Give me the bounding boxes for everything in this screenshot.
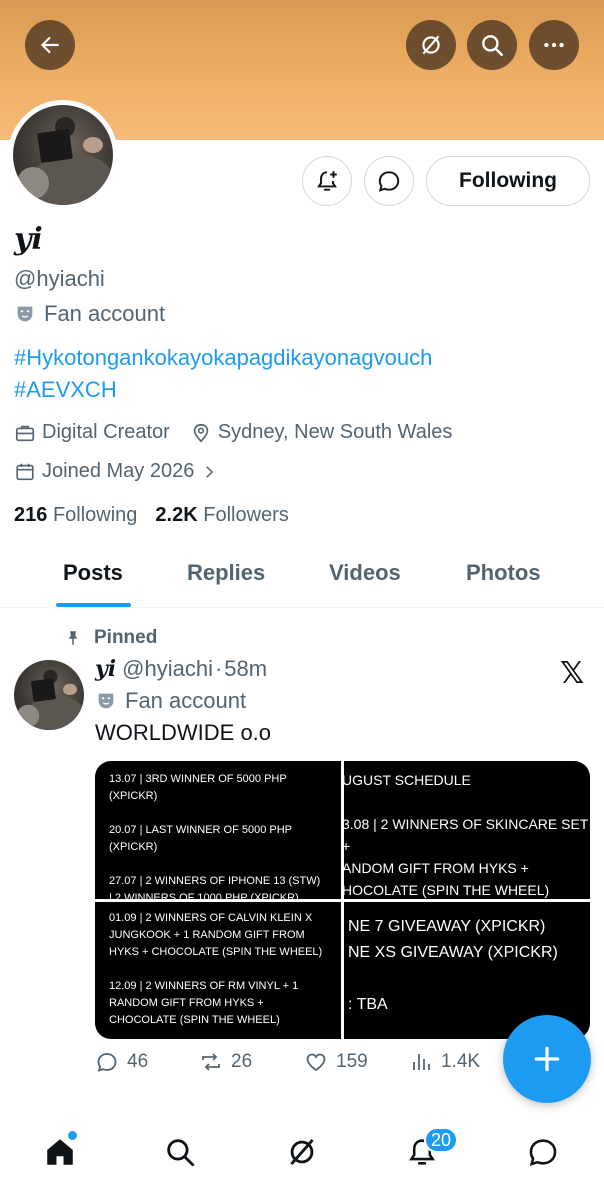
- pinned-indicator: Pinned: [64, 627, 157, 649]
- analytics-icon: [413, 1054, 430, 1070]
- back-arrow-icon: [40, 36, 59, 54]
- repost-count: 26: [231, 1051, 253, 1072]
- followers-count-link[interactable]: 2.2K Followers: [155, 504, 288, 527]
- message-button[interactable]: [364, 156, 414, 206]
- grok-button[interactable]: [406, 20, 456, 70]
- home-icon: [47, 1139, 73, 1165]
- profile-category: Fan account: [14, 301, 165, 327]
- compose-button[interactable]: [503, 1015, 591, 1103]
- heart-icon: [306, 1053, 326, 1072]
- location-label: Sydney, New South Wales: [217, 421, 453, 443]
- chevron-right-icon: [206, 465, 214, 478]
- post-author-handle: @hyiachi: [122, 656, 213, 681]
- profile-meta-row: Digital Creator Sydney, New South Wales: [14, 421, 472, 444]
- tab-replies[interactable]: Replies: [187, 560, 265, 586]
- joined-row[interactable]: Joined May 2026: [14, 460, 238, 483]
- avatar: [13, 105, 113, 205]
- bottom-navigation: [0, 1118, 604, 1200]
- profile-tabs: Posts Replies Videos Photos: [0, 548, 604, 608]
- home-unread-dot: [68, 1131, 77, 1140]
- theater-mask-icon: [98, 693, 114, 709]
- tab-photos[interactable]: Photos: [466, 560, 541, 586]
- pinned-label: Pinned: [94, 627, 158, 648]
- search-icon: [482, 35, 503, 56]
- following-label: Following: [52, 504, 138, 526]
- following-count-link[interactable]: 216 Following: [14, 504, 137, 527]
- nav-search[interactable]: [160, 1132, 200, 1172]
- more-button[interactable]: [529, 20, 579, 70]
- post-timestamp: 58m: [224, 656, 268, 681]
- search-icon: [167, 1139, 195, 1167]
- post-category: Fan account: [95, 688, 246, 714]
- media-image-4-text: NE 7 GIVEAWAY (XPICKR) NE XS GIVEAWAY (X…: [348, 917, 558, 1013]
- following-button[interactable]: Following: [426, 156, 590, 206]
- joined-date[interactable]: Joined May 2026: [14, 460, 218, 483]
- post-header: yi @hyiachi · 58m: [95, 656, 267, 682]
- chat-bubble-icon: [378, 171, 400, 192]
- tab-posts[interactable]: Posts: [63, 560, 123, 586]
- nav-grok[interactable]: [282, 1132, 322, 1172]
- bio-hashtag-1[interactable]: #Hykotongankokayokapagdikayonagvouch: [14, 345, 432, 371]
- display-name: yi: [14, 222, 43, 257]
- joined-label: Joined May 2026: [42, 460, 195, 482]
- location-pin-icon: [193, 423, 209, 442]
- post-media-grid: 13.07 | 3RD WINNER OF 5000 PHP (XPICKR) …: [95, 761, 590, 1039]
- location: Sydney, New South Wales: [190, 421, 453, 444]
- plus-icon: [534, 1046, 560, 1072]
- followers-label: Followers: [203, 504, 289, 526]
- like-count: 159: [336, 1051, 368, 1072]
- nav-messages[interactable]: [523, 1132, 563, 1172]
- back-button[interactable]: [25, 20, 75, 70]
- post-separator: ·: [214, 656, 223, 681]
- category-label: Fan account: [44, 301, 166, 326]
- post-avatar[interactable]: [14, 660, 84, 730]
- grok-icon: [422, 35, 440, 55]
- active-tab-indicator: [56, 603, 131, 607]
- profile-avatar-frame[interactable]: [8, 100, 118, 210]
- pin-icon: [68, 631, 78, 645]
- post-actions: 46 26 159 1.4K: [95, 1050, 495, 1080]
- grok-icon: [290, 1139, 314, 1165]
- media-image-3[interactable]: 01.09 | 2 WINNERS OF CALVIN KLEIN X JUNG…: [95, 901, 341, 1039]
- like-button[interactable]: 159: [304, 1050, 368, 1074]
- post-category-label: Fan account: [125, 688, 247, 713]
- reply-count: 46: [127, 1051, 149, 1072]
- bell-plus-icon: [317, 171, 337, 191]
- media-image-2[interactable]: UGUST SCHEDULE 3.08 | 2 WINNERS OF SKINC…: [344, 761, 590, 899]
- media-image-3-text: 01.09 | 2 WINNERS OF CALVIN KLEIN X JUNG…: [109, 911, 323, 1026]
- profession-label: Digital Creator: [42, 421, 170, 443]
- search-button[interactable]: [467, 20, 517, 70]
- user-handle: @hyiachi: [14, 266, 105, 291]
- notification-badge: 20: [424, 1127, 458, 1153]
- profession: Digital Creator: [14, 421, 170, 444]
- media-image-1-text: 13.07 | 3RD WINNER OF 5000 PHP (XPICKR) …: [109, 773, 321, 899]
- theater-mask-icon: [17, 306, 33, 322]
- view-count: 1.4K: [441, 1051, 481, 1072]
- repost-icon: [202, 1053, 220, 1071]
- bio-hashtag-2[interactable]: #AEVXCH: [14, 377, 117, 403]
- repost-button[interactable]: 26: [199, 1050, 252, 1074]
- x-logo-icon: 𝕏: [560, 657, 585, 690]
- reply-icon: [97, 1053, 117, 1072]
- calendar-icon: [16, 463, 34, 480]
- follow-counts: 216 Following 2.2K Followers: [14, 504, 289, 527]
- reply-button[interactable]: 46: [95, 1050, 148, 1074]
- messages-icon: [529, 1139, 557, 1166]
- briefcase-icon: [15, 425, 35, 441]
- following-count: 216: [14, 504, 48, 526]
- media-image-2-text: UGUST SCHEDULE 3.08 | 2 WINNERS OF SKINC…: [344, 772, 589, 898]
- followers-count: 2.2K: [155, 504, 198, 526]
- post-text: WORLDWIDE o.o: [95, 720, 272, 745]
- more-icon: [544, 42, 564, 48]
- notify-button[interactable]: [302, 156, 352, 206]
- media-image-1[interactable]: 13.07 | 3RD WINNER OF 5000 PHP (XPICKR) …: [95, 761, 341, 899]
- views-button[interactable]: 1.4K: [409, 1050, 480, 1074]
- post-author-name[interactable]: yi: [95, 656, 116, 682]
- tab-videos[interactable]: Videos: [329, 560, 401, 586]
